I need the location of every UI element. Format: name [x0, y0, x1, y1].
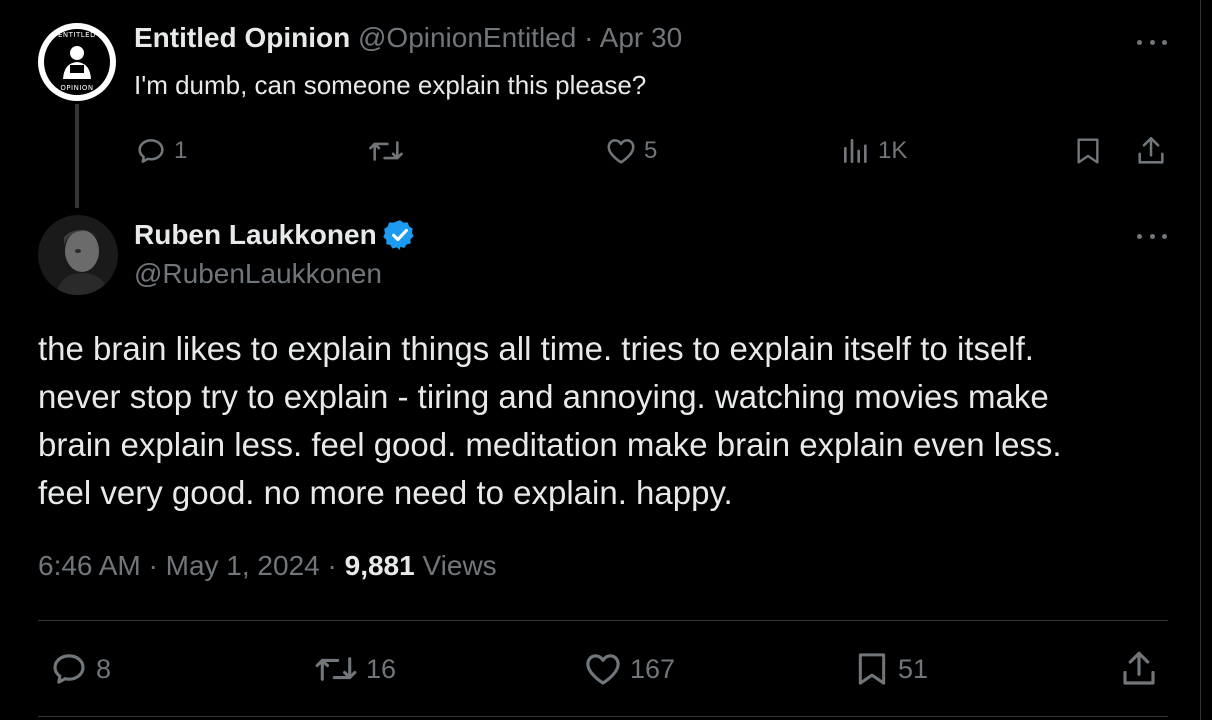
separator-dot: · — [148, 550, 158, 581]
avatar-text-bottom: OPINION — [60, 84, 94, 92]
like-button[interactable]: 167 — [582, 648, 675, 690]
views-icon — [844, 139, 867, 163]
verified-badge-icon[interactable] — [382, 218, 417, 252]
like-count: 5 — [644, 137, 658, 164]
tweet-date[interactable]: May 1, 2024 — [166, 550, 320, 581]
views-count: 1K — [878, 137, 908, 164]
more-icon[interactable] — [1137, 36, 1167, 48]
share-icon — [1123, 651, 1155, 685]
like-icon — [586, 654, 620, 685]
author-name-line: Ruben Laukkonen — [134, 218, 417, 252]
reply-button[interactable]: 1 — [134, 134, 187, 168]
bookmark-button[interactable]: 51 — [852, 648, 928, 690]
share-icon — [1138, 136, 1164, 164]
tweet-text-line: the brain likes to explain things all ti… — [38, 330, 1034, 367]
reply-icon — [138, 139, 164, 163]
repost-button[interactable]: 16 — [312, 648, 396, 690]
bookmark-button[interactable] — [1072, 134, 1104, 168]
separator-dot: · — [584, 22, 594, 53]
repost-count: 16 — [366, 653, 397, 684]
repost-button[interactable] — [366, 134, 412, 168]
thread-connector — [75, 104, 79, 208]
bookmark-count: 51 — [898, 653, 929, 684]
parent-author-line: Entitled Opinion @OpinionEntitled · Apr … — [134, 22, 682, 54]
reply-count: 8 — [96, 653, 112, 684]
tweet-date[interactable]: Apr 30 — [600, 22, 683, 53]
tweet-text-line: feel very good. no more need to explain.… — [38, 474, 733, 511]
tweet-text: I'm dumb, can someone explain this pleas… — [134, 70, 647, 100]
views-button[interactable]: 1K — [840, 134, 907, 168]
avatar[interactable]: ENTITLED OPINION — [38, 23, 116, 101]
divider — [38, 620, 1168, 621]
tweet-text-line: brain explain less. feel good. meditatio… — [38, 426, 1062, 463]
profile-photo-icon — [38, 215, 118, 295]
reply-icon — [53, 654, 85, 684]
share-button[interactable] — [1118, 648, 1160, 690]
like-icon — [607, 139, 635, 164]
repost-icon — [315, 657, 357, 681]
separator-dot: · — [327, 550, 337, 581]
share-button[interactable] — [1134, 134, 1168, 168]
avatar-inner: ENTITLED OPINION — [44, 29, 110, 95]
author-handle[interactable]: @OpinionEntitled — [358, 22, 576, 53]
tweet-meta: 6:46 AM · May 1, 2024 · 9,881 Views — [38, 550, 497, 582]
tweet-text-line: never stop try to explain - tiring and a… — [38, 378, 1049, 415]
like-count: 167 — [630, 653, 676, 684]
tweet-time[interactable]: 6:46 AM — [38, 550, 141, 581]
like-button[interactable]: 5 — [604, 134, 657, 168]
author-handle[interactable]: @RubenLaukkonen — [134, 258, 382, 290]
divider — [38, 716, 1168, 717]
repost-icon — [369, 141, 403, 161]
views-count: 9,881 — [344, 550, 415, 581]
bookmark-icon — [1077, 138, 1099, 164]
avatar[interactable] — [38, 215, 118, 295]
bookmark-icon — [858, 653, 886, 685]
right-border — [1200, 0, 1201, 720]
tweet-text: the brain likes to explain things all ti… — [38, 325, 1168, 517]
reply-button[interactable]: 8 — [48, 648, 111, 690]
views-label: Views — [422, 550, 497, 581]
more-icon[interactable] — [1137, 230, 1167, 242]
author-name[interactable]: Ruben Laukkonen — [134, 219, 377, 251]
author-name[interactable]: Entitled Opinion — [134, 22, 350, 53]
reply-count: 1 — [174, 137, 188, 164]
